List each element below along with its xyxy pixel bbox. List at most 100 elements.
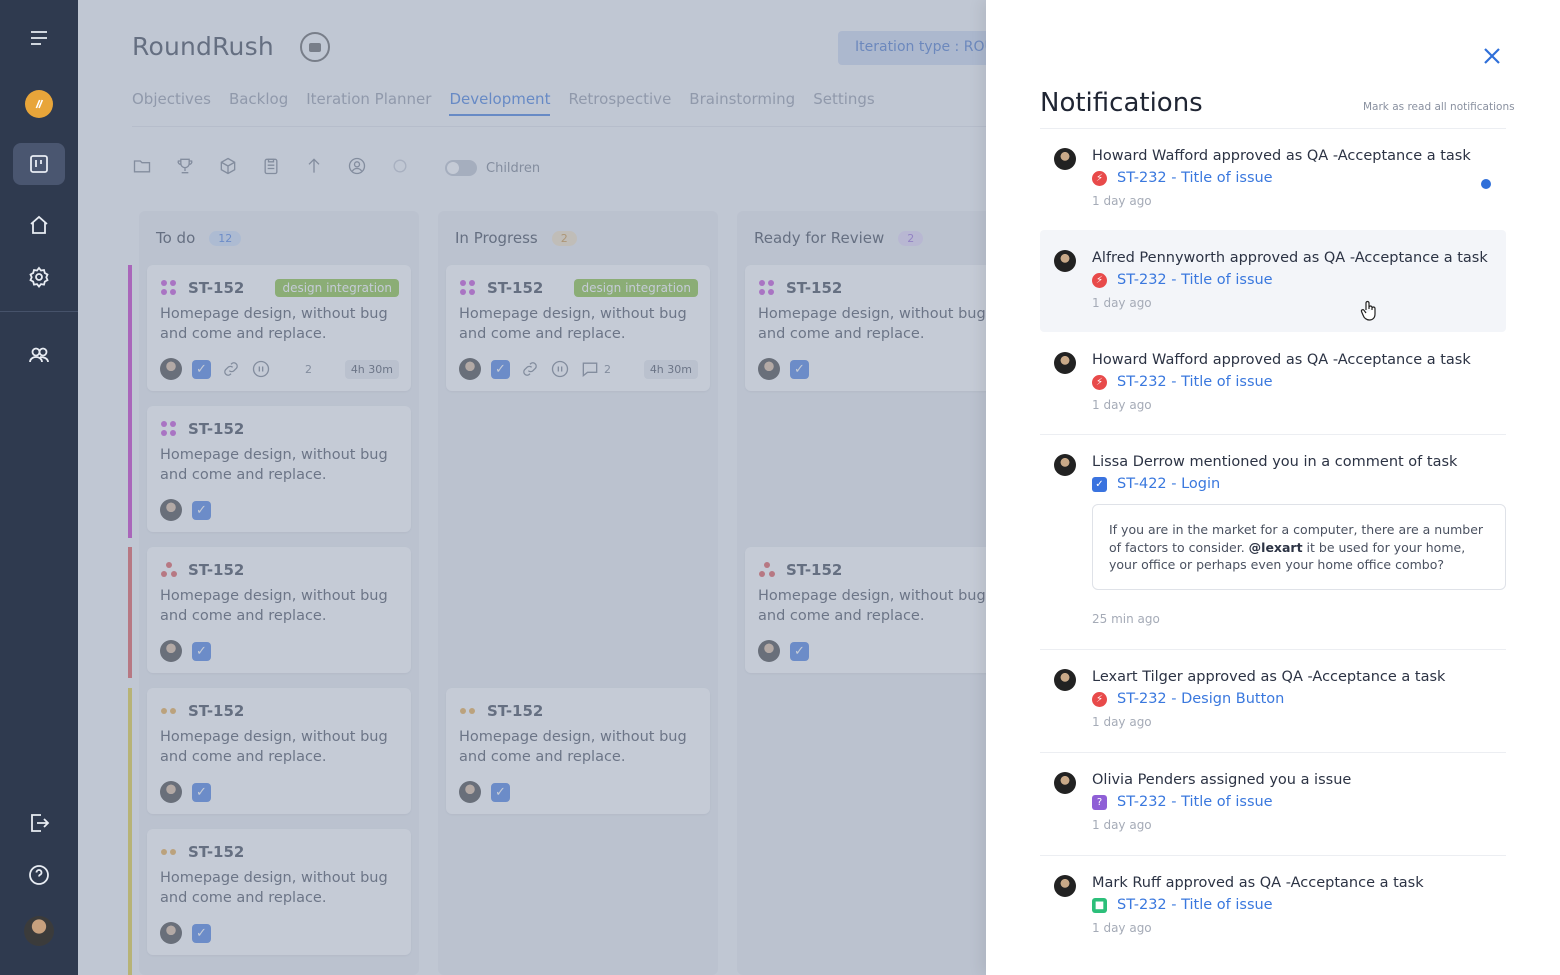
notification-item[interactable]: Lexart Tilger approved as QA -Acceptance… [1040,649,1506,752]
tab-backlog[interactable]: Backlog [229,90,288,116]
cube-icon[interactable] [218,156,238,180]
children-toggle[interactable] [445,160,477,176]
home-icon[interactable] [13,204,65,246]
task-card[interactable]: ST-152 Homepage design, without bug and … [147,406,411,532]
task-card[interactable]: ST-152 Homepage design, without bug and … [446,688,710,814]
assignee-avatar [160,781,182,803]
assignee-avatar [758,640,780,662]
assignee-avatar [459,358,481,380]
folder-icon[interactable] [132,156,152,180]
checkbox-icon[interactable]: ✓ [491,359,510,379]
checkbox-icon[interactable]: ✓ [491,782,510,802]
card-id: ST-152 [786,561,843,579]
assignee-avatar [459,781,481,803]
notification-item[interactable]: Olivia Penders assigned you a issue ? ST… [1040,752,1506,855]
blank-icon[interactable] [390,156,410,180]
tab-retrospective[interactable]: Retrospective [568,90,671,116]
lane-indicator [128,688,132,975]
iteration-type-badge[interactable]: Iteration type : ROUND [838,31,986,65]
notification-link[interactable]: ⚡ ST-232 - Title of issue [1092,170,1273,186]
logout-icon[interactable] [13,802,65,844]
panel-title: Notifications [1040,88,1203,118]
arrow-up-icon[interactable] [304,156,324,180]
task-card[interactable]: ST-152 Homepage design, without bug and … [147,688,411,814]
workspace-logo[interactable] [13,83,65,125]
count-badge: 2 [898,230,924,246]
user-avatar[interactable] [13,910,65,952]
notification-item[interactable]: Howard Wafford approved as QA -Acceptanc… [1040,332,1506,434]
tab-objectives[interactable]: Objectives [132,90,211,116]
card-description: Homepage design, without bug and come an… [758,588,986,624]
comment-icon[interactable] [580,359,600,379]
task-card[interactable]: ST-152 Homepage design, without bug and … [147,547,411,673]
checkbox-icon[interactable]: ✓ [790,359,809,379]
help-icon[interactable] [13,854,65,896]
comment-preview: If you are in the market for a computer,… [1092,504,1506,590]
main-content: RoundRush Iteration type : ROUND Objecti… [78,0,986,975]
team-icon[interactable] [13,334,65,376]
mention[interactable]: @lexart [1249,540,1303,555]
notification-item[interactable]: Mark Ruff approved as QA -Acceptance a t… [1040,855,1506,958]
mark-all-read-link[interactable]: Mark as read all notifications [1363,101,1515,113]
clipboard-icon[interactable] [261,156,281,180]
link-icon[interactable] [520,359,540,379]
notification-time: 1 day ago [1092,398,1152,412]
notification-link[interactable]: ✓ ST-422 - Login [1092,476,1220,492]
notifications-panel: Notifications Mark as read all notificat… [986,0,1560,975]
bug-icon: ⚡ [1092,691,1107,707]
comment-icon[interactable] [281,359,301,379]
unread-indicator[interactable] [1481,179,1491,189]
bug-icon: ⚡ [1092,374,1107,390]
checkbox-icon[interactable]: ✓ [192,923,211,943]
video-call-button[interactable] [300,32,330,62]
lane-indicator [128,547,132,678]
count-badge: 2 [551,230,577,246]
notification-item[interactable]: Alfred Pennyworth approved as QA -Accept… [1040,230,1506,332]
avatar [1054,454,1076,476]
checkbox-icon[interactable]: ✓ [192,641,211,661]
pause-icon[interactable] [550,359,570,379]
notification-link[interactable]: ⚡ ST-232 - Title of issue [1092,374,1273,390]
video-icon [309,42,321,52]
card-id: ST-152 [188,420,245,438]
question-icon: ? [1092,794,1107,810]
close-icon[interactable] [1480,44,1504,68]
task-card[interactable]: ST-152 design integration Homepage desig… [446,265,710,391]
tab-iteration-planner[interactable]: Iteration Planner [306,90,431,116]
checkbox-icon[interactable]: ✓ [192,782,211,802]
task-card[interactable]: ST-152 Homepage design, without bug and … [745,265,986,391]
checkbox-icon[interactable]: ✓ [192,500,211,520]
menu-icon[interactable] [13,17,65,59]
notification-time: 1 day ago [1092,818,1152,832]
tab-development[interactable]: Development [449,90,551,116]
task-card[interactable]: ST-152 Homepage design, without bug and … [147,829,411,955]
user-circle-icon[interactable] [347,156,367,180]
board-icon[interactable] [13,143,65,185]
avatar [1054,875,1076,897]
trophy-icon[interactable] [175,156,195,180]
checkbox-icon[interactable]: ✓ [790,641,809,661]
link-icon[interactable] [221,359,241,379]
app-root: RoundRush Iteration type : ROUND Objecti… [0,0,1560,975]
tab-brainstorming[interactable]: Brainstorming [689,90,795,116]
time-estimate: 4h 30m [643,359,698,379]
notification-link[interactable]: ■ ST-232 - Title of issue [1092,897,1273,913]
notification-link[interactable]: ⚡ ST-232 - Title of issue [1092,272,1273,288]
card-description: Homepage design, without bug and come an… [160,306,388,342]
story-icon: ■ [1092,897,1107,913]
checkbox-icon[interactable]: ✓ [192,359,211,379]
gear-icon[interactable] [13,256,65,298]
priority-icon [160,279,178,297]
task-card[interactable]: ST-152 Homepage design, without bug and … [745,547,986,673]
notification-item[interactable]: Howard Wafford approved as QA -Acceptanc… [1040,130,1506,230]
notification-link[interactable]: ? ST-232 - Title of issue [1092,794,1273,810]
pause-icon[interactable] [251,359,271,379]
comment-count: 2 [604,362,611,376]
tab-settings[interactable]: Settings [813,90,875,116]
priority-icon [160,843,178,861]
notification-item[interactable]: Lissa Derrow mentioned you in a comment … [1040,434,1506,649]
assignee-avatar [160,922,182,944]
issue-link-text: ST-422 - Login [1117,476,1221,492]
notification-link[interactable]: ⚡ ST-232 - Design Button [1092,691,1284,707]
task-card[interactable]: ST-152 design integration Homepage desig… [147,265,411,391]
